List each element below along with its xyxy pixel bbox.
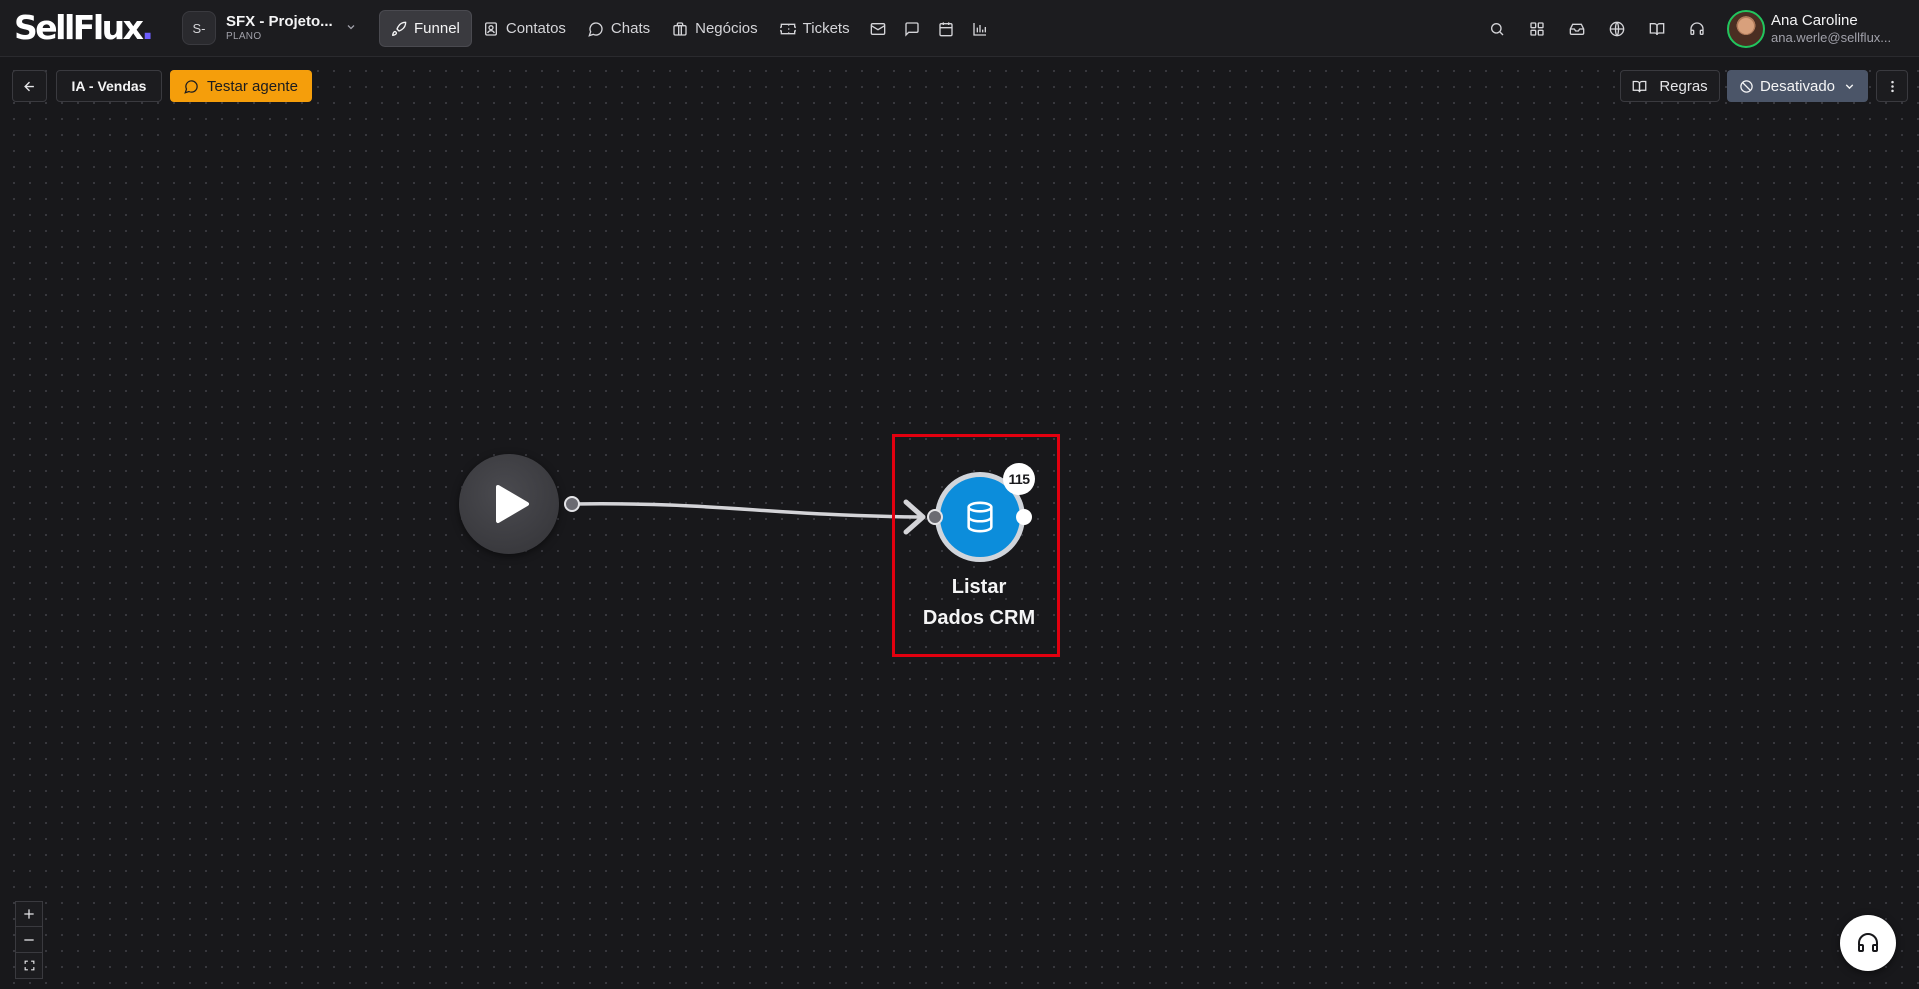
- search-button[interactable]: [1477, 9, 1517, 49]
- sellflux-logo[interactable]: SellFlux.: [14, 8, 154, 48]
- top-right-actions: Ana Caroline ana.werle@sellflux...: [1477, 0, 1919, 57]
- rocket-icon: [391, 21, 407, 37]
- bar-chart-icon: [972, 21, 988, 37]
- play-icon: [494, 484, 530, 524]
- nav-contatos[interactable]: Contatos: [472, 10, 577, 47]
- flow-name-button[interactable]: IA - Vendas: [56, 70, 162, 102]
- headset-icon: [1689, 21, 1705, 37]
- book-icon: [1649, 21, 1665, 37]
- crm-node-label-line1: Listar: [951, 576, 1007, 598]
- ticket-icon: [779, 21, 796, 37]
- user-menu[interactable]: Ana Caroline ana.werle@sellflux...: [1727, 9, 1899, 48]
- nav-email[interactable]: [861, 10, 895, 47]
- mail-icon: [870, 21, 886, 37]
- crm-node-label: Listar Dados CRM: [900, 572, 1058, 634]
- database-icon: [963, 500, 997, 534]
- grid-icon: [1529, 21, 1545, 37]
- search-icon: [1489, 21, 1505, 37]
- fit-view-button[interactable]: [15, 953, 43, 979]
- workspace-selector[interactable]: S- SFX - Projeto... PLANO: [182, 11, 357, 45]
- nav-chats-label: Chats: [610, 20, 651, 37]
- nav-negocios[interactable]: Negócios: [661, 10, 769, 47]
- nav-reports[interactable]: [963, 10, 997, 47]
- workspace-plan: PLANO: [226, 31, 262, 42]
- zoom-in-button[interactable]: [15, 901, 43, 927]
- apps-button[interactable]: [1517, 9, 1557, 49]
- user-name: Ana Caroline: [1771, 11, 1858, 29]
- chevron-down-icon: [345, 21, 357, 36]
- headset-icon: [1856, 931, 1880, 955]
- message-square-icon: [904, 21, 920, 37]
- nav-tickets-label: Tickets: [802, 20, 850, 37]
- plus-icon: [22, 907, 36, 921]
- briefcase-icon: [672, 21, 688, 37]
- avatar: [1727, 9, 1765, 48]
- nav-negocios-label: Negócios: [695, 20, 758, 37]
- nav-tickets[interactable]: Tickets: [769, 10, 861, 47]
- nav-calendar[interactable]: [929, 10, 963, 47]
- fullscreen-icon: [23, 959, 36, 972]
- globe-button[interactable]: [1597, 9, 1637, 49]
- more-vertical-icon: [1885, 79, 1900, 94]
- user-email: ana.werle@sellflux...: [1771, 29, 1892, 45]
- chat-icon: [588, 21, 604, 37]
- crm-input-handle[interactable]: [927, 509, 943, 525]
- zoom-controls: [15, 901, 43, 979]
- rules-button[interactable]: Regras: [1620, 70, 1720, 102]
- main-nav: Funnel Contatos Chats Negócios Tickets: [379, 10, 997, 47]
- book-icon: [1632, 79, 1647, 94]
- status-dropdown[interactable]: Desativado: [1727, 70, 1868, 102]
- docs-button[interactable]: [1637, 9, 1677, 49]
- rules-label: Regras: [1659, 77, 1708, 95]
- back-button[interactable]: [12, 70, 47, 102]
- nav-chats[interactable]: Chats: [577, 10, 661, 47]
- more-options-button[interactable]: [1876, 70, 1908, 102]
- workspace-name: SFX - Projeto...: [226, 13, 333, 30]
- inbox-button[interactable]: [1557, 9, 1597, 49]
- nav-contatos-label: Contatos: [505, 20, 566, 37]
- test-agent-button[interactable]: Testar agente: [170, 70, 312, 102]
- inbox-icon: [1569, 21, 1585, 37]
- zoom-out-button[interactable]: [15, 927, 43, 953]
- workspace-avatar: S-: [182, 11, 216, 45]
- globe-icon: [1609, 21, 1625, 37]
- top-bar: SellFlux. S- SFX - Projeto... PLANO Funn…: [0, 0, 1919, 57]
- support-chat-button[interactable]: [1840, 915, 1896, 971]
- crm-output-handle[interactable]: [1016, 509, 1032, 525]
- nav-funnel[interactable]: Funnel: [379, 10, 472, 47]
- start-node[interactable]: [459, 454, 559, 554]
- calendar-icon: [938, 21, 954, 37]
- ban-icon: [1739, 79, 1754, 94]
- arrow-left-icon: [22, 79, 37, 94]
- minus-icon: [22, 933, 36, 947]
- start-output-handle[interactable]: [564, 496, 580, 512]
- test-agent-label: Testar agente: [207, 77, 298, 95]
- crm-node-label-line2: Dados CRM: [922, 607, 1036, 629]
- status-label: Desativado: [1759, 77, 1836, 95]
- nav-funnel-label: Funnel: [414, 20, 460, 37]
- chevron-down-icon: [1843, 80, 1856, 93]
- chat-icon: [184, 79, 199, 94]
- node-count-badge: 115: [1003, 463, 1035, 495]
- nav-messages[interactable]: [895, 10, 929, 47]
- support-button[interactable]: [1677, 9, 1717, 49]
- contact-icon: [483, 21, 499, 37]
